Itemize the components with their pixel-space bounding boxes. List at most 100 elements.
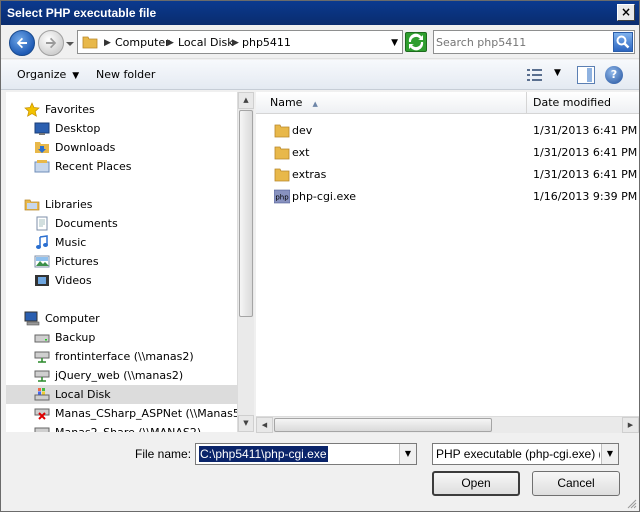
php-file-icon: php (274, 189, 290, 204)
sidebar-item-manas2-share[interactable]: Manas2_Share (\\MANAS2) (6, 423, 237, 432)
windows-drive-icon (34, 388, 50, 401)
resize-grip-icon[interactable] (627, 499, 637, 509)
back-arrow-icon (16, 37, 27, 49)
sidebar-item-recent-places[interactable]: Recent Places (6, 157, 237, 176)
downloads-folder-icon (35, 142, 49, 153)
file-date: 1/31/2013 6:41 PM (533, 168, 638, 181)
file-type-value: PHP executable (php-cgi.exe) (php-cgi.ex… (436, 447, 600, 461)
folder-icon (82, 36, 98, 49)
recent-places-icon (34, 160, 50, 173)
file-list-horizontal-scrollbar[interactable]: ◀ ▶ (256, 416, 639, 433)
sidebar-item-libraries[interactable]: Libraries (6, 195, 237, 214)
sidebar-item-favorites[interactable]: Favorites (6, 100, 237, 119)
navigation-pane-scrollbar[interactable]: ▲ ▼ (237, 92, 254, 432)
forward-button[interactable] (38, 30, 64, 56)
recent-pages-dropdown-icon[interactable] (65, 39, 75, 49)
refresh-button[interactable] (405, 32, 427, 52)
scroll-right-arrow-icon[interactable]: ▶ (622, 417, 639, 433)
help-button[interactable]: ? (605, 66, 623, 84)
sidebar-item-downloads[interactable]: Downloads (6, 138, 237, 157)
music-icon (36, 235, 48, 249)
network-drive-icon (34, 427, 50, 432)
address-dropdown-icon[interactable]: ▼ (391, 35, 398, 51)
file-date: 1/31/2013 6:41 PM (533, 146, 638, 159)
forward-arrow-icon (46, 37, 57, 49)
sidebar-item-computer[interactable]: Computer (6, 309, 237, 328)
star-icon (24, 102, 40, 117)
organize-button[interactable]: Organize ▼ (17, 68, 79, 83)
sidebar-header-favorites: Favorites (45, 103, 95, 116)
search-input[interactable] (436, 33, 610, 51)
scroll-thumb[interactable] (274, 418, 492, 432)
scroll-down-arrow-icon[interactable]: ▼ (238, 415, 254, 432)
chevron-down-icon: ▼ (72, 71, 80, 81)
view-options-dropdown-icon[interactable]: ▼ (554, 68, 561, 78)
sidebar-item-backup[interactable]: Backup (6, 328, 237, 347)
title-bar[interactable]: Select PHP executable file × (1, 1, 639, 25)
command-bar: Organize ▼ New folder ▼ ? (1, 60, 639, 90)
column-header-name[interactable]: Name ▲ (264, 92, 527, 114)
breadcrumb-local-disk[interactable]: Local Disk (178, 35, 234, 51)
sidebar-item-local-disk[interactable]: Local Disk (6, 385, 237, 404)
close-button[interactable]: × (617, 4, 635, 21)
chevron-down-icon[interactable]: ▼ (399, 444, 416, 464)
column-header-date-modified[interactable]: Date modified (527, 92, 639, 114)
chevron-down-icon[interactable]: ▼ (601, 444, 618, 464)
sidebar-item-label: jQuery_web (\\manas2) (55, 369, 184, 382)
file-name: php-cgi.exe (292, 190, 357, 203)
search-button[interactable] (613, 32, 633, 52)
preview-pane-button[interactable] (577, 66, 595, 84)
folder-icon (274, 124, 290, 138)
breadcrumb-php5411[interactable]: php5411 (242, 35, 291, 51)
file-type-select[interactable]: PHP executable (php-cgi.exe) (php-cgi.ex… (432, 443, 619, 465)
file-row-php-cgi[interactable]: php php-cgi.exe 1/16/2013 9:39 PM (256, 186, 639, 208)
sidebar-item-desktop[interactable]: Desktop (6, 119, 237, 138)
column-header-row: Name ▲ Date modified (256, 92, 639, 114)
open-button[interactable]: Open (432, 471, 520, 496)
breadcrumb-arrow-icon[interactable]: ▶ (104, 35, 111, 51)
sidebar-item-label: Downloads (55, 141, 116, 154)
sidebar-item-label: Manas2_Share (\\MANAS2) (55, 423, 201, 432)
dialog-footer: File name: C:\php5411\php-cgi.exe ▼ PHP … (1, 434, 639, 511)
scroll-left-arrow-icon[interactable]: ◀ (256, 417, 273, 433)
sidebar-item-jquery-web[interactable]: jQuery_web (\\manas2) (6, 366, 237, 385)
sidebar-item-frontinterface[interactable]: frontinterface (\\manas2) (6, 347, 237, 366)
folder-icon (274, 168, 290, 182)
file-name-combobox[interactable]: C:\php5411\php-cgi.exe ▼ (195, 443, 417, 465)
disconnected-drive-icon (34, 408, 50, 420)
search-box[interactable] (433, 30, 635, 54)
libraries-icon (24, 199, 40, 211)
file-row-extras[interactable]: extras 1/31/2013 6:41 PM (256, 164, 639, 186)
breadcrumb-computer[interactable]: Computer (115, 35, 170, 51)
php-icon-text: php (275, 194, 289, 202)
sidebar-item-label: Manas_CSharp_ASPNet (\\Manas5) (55, 407, 237, 420)
file-name-input[interactable]: C:\php5411\php-cgi.exe (199, 446, 328, 462)
cancel-button[interactable]: Cancel (532, 471, 620, 496)
navigation-pane: Favorites Desktop Downloads Recent Place… (6, 92, 237, 432)
breadcrumb-arrow-icon[interactable]: ▶ (232, 35, 239, 51)
sidebar-item-manas-csharp[interactable]: Manas_CSharp_ASPNet (\\Manas5) (6, 404, 237, 423)
address-bar[interactable]: ▶ Computer ▶ Local Disk ▶ php5411 ▼ (77, 30, 403, 54)
refresh-icon (408, 33, 424, 51)
sidebar-item-documents[interactable]: Documents (6, 214, 237, 233)
file-date: 1/31/2013 6:41 PM (533, 124, 638, 137)
sidebar-item-music[interactable]: Music (6, 233, 237, 252)
sidebar-item-label: Local Disk (55, 388, 111, 401)
sidebar-item-label: Music (55, 236, 87, 249)
file-row-dev[interactable]: dev 1/31/2013 6:41 PM (256, 120, 639, 142)
file-name: extras (292, 168, 327, 181)
scroll-thumb[interactable] (239, 110, 253, 317)
sort-ascending-icon: ▲ (312, 100, 318, 108)
sidebar-item-pictures[interactable]: Pictures (6, 252, 237, 271)
column-name-label: Name (270, 96, 303, 109)
desktop-icon (34, 122, 50, 135)
new-folder-button[interactable]: New folder (96, 68, 155, 82)
back-button[interactable] (9, 30, 35, 56)
file-row-ext[interactable]: ext 1/31/2013 6:41 PM (256, 142, 639, 164)
sidebar-item-label: Recent Places (55, 160, 132, 173)
sidebar-header-computer: Computer (45, 312, 100, 325)
change-view-icon[interactable] (526, 67, 544, 83)
scroll-up-arrow-icon[interactable]: ▲ (238, 92, 254, 109)
breadcrumb-arrow-icon[interactable]: ▶ (167, 35, 174, 51)
sidebar-item-videos[interactable]: Videos (6, 271, 237, 290)
